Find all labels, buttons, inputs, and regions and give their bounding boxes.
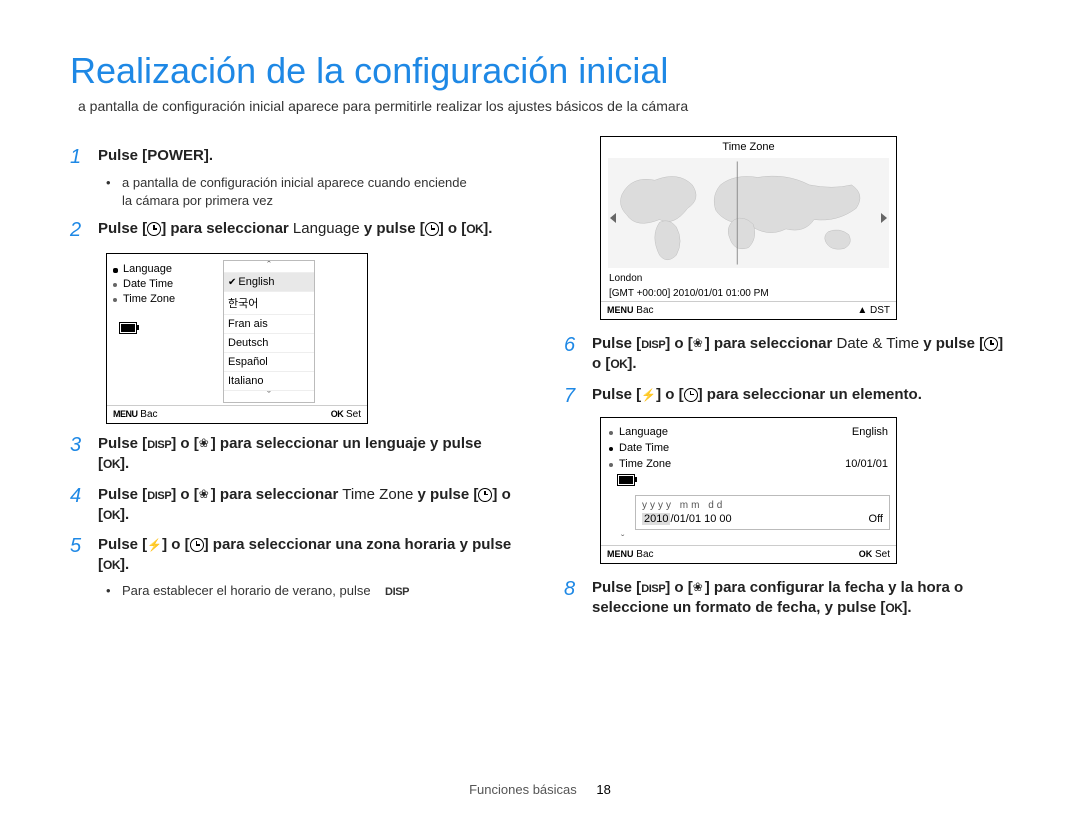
timer-icon [684,388,698,402]
date-format-label: yyyy mm dd [642,500,883,513]
step-5-bullet: Para establecer el horario de verano, pu… [112,582,516,600]
datetime-edit-box: yyyy mm dd 2010/01/01 10 00 Off [635,495,890,530]
step-number: 5 [70,535,98,576]
ok-icon: OK [859,549,873,559]
power-label: POWER [147,147,204,164]
step-7: 7 Pulse [] o [] para seleccionar un elem… [564,385,1010,407]
menu-icon: MENU [607,549,634,559]
step-number: 6 [564,334,592,375]
flash-icon [147,536,162,553]
timer-icon [190,538,204,552]
disp-icon: DISP [147,490,171,502]
step-number: 2 [70,219,98,241]
lcd-language: Language Date Time Time Zone ˆ ✔English … [106,253,368,424]
up-icon: ▲ [857,305,867,316]
disp-icon: DISP [641,583,665,595]
arrow-right-icon [881,213,887,223]
tz-title: Time Zone [601,137,896,155]
lang-german: Deutsch [224,334,314,353]
lcd-datetime: Language English Date Time Time Zone 10/01… [600,417,897,564]
right-column: Time Zone London [564,136,1010,624]
ok-icon: OK [103,508,120,522]
arrow-left-icon [610,213,616,223]
chevron-up-icon: ˆ [224,261,314,273]
step-4: 4 Pulse [DISP] o [] para seleccionar Tim… [70,485,516,526]
ok-icon: OK [331,409,344,419]
step-text: ]. [204,147,213,164]
section-label: Funciones básicas [469,782,577,797]
ok-icon: OK [466,222,483,236]
year-field: 2010 [642,513,670,525]
flash-icon [641,386,656,403]
step-3: 3 Pulse [DISP] o [] para seleccionar un … [70,434,516,475]
language-list: ˆ ✔English 한국어 Fran ais Deutsch Español … [223,260,315,403]
ok-icon: OK [103,457,120,471]
ok-icon: OK [610,357,627,371]
macro-icon [199,489,211,501]
disp-icon: DISP [641,339,665,351]
lang-french: Fran ais [224,315,314,334]
macro-icon [199,438,211,450]
menu-item-datetime: Date Time [113,278,223,290]
page-title: Realización de la configuración inicial [70,50,1010,92]
disp-icon: DISP [147,439,171,451]
page-footer: Funciones básicas 18 [0,782,1080,797]
step-8: 8 Pulse [DISP] o [] para configurar la f… [564,578,1010,619]
step-number: 7 [564,385,592,407]
step-number: 1 [70,146,98,168]
step-6: 6 Pulse [DISP] o [] para seleccionar Dat… [564,334,1010,375]
step-text: Pulse [ [98,147,147,164]
macro-icon [693,582,705,594]
macro-icon [693,338,705,350]
timer-icon [147,222,161,236]
page-number: 18 [596,782,610,797]
menu-icon: MENU [607,305,634,315]
timer-icon [984,337,998,351]
ok-icon: OK [885,601,902,615]
step-number: 3 [70,434,98,475]
lang-english: ✔English [224,273,314,292]
dt-timezone-label: Time Zone [609,458,671,470]
dst-off: Off [869,513,883,525]
lang-italian: Italiano [224,372,314,391]
dt-language-value: English [852,426,888,438]
dt-language-label: Language [609,426,668,438]
ok-icon: OK [103,558,120,572]
tz-stamp: [GMT +00:00] 2010/01/01 01:00 PM [601,286,896,301]
chevron-down-icon: ˇ [224,391,314,402]
tz-city: London [601,271,896,286]
battery-icon [617,474,635,486]
page-subtitle: a pantalla de configuración inicial apar… [78,98,1010,114]
chevron-down-icon: ˇ [601,534,896,545]
menu-item-language: Language [113,263,223,275]
dt-timezone-value: 10/01/01 [845,458,888,470]
step-number: 4 [70,485,98,526]
menu-icon: MENU [113,409,138,419]
step-1: 1 Pulse [POWER]. [70,146,516,168]
step-1-bullet: a pantalla de configuración inicial apar… [112,174,516,209]
timer-icon [478,488,492,502]
timer-icon [425,222,439,236]
disp-icon: DISP [385,586,409,598]
left-column: 1 Pulse [POWER]. a pantalla de configura… [70,136,516,624]
battery-icon [119,322,137,334]
date-rest: /01/01 10 00 [670,513,731,525]
step-number: 8 [564,578,592,619]
world-map [607,157,890,269]
lang-korean: 한국어 [224,292,314,315]
lang-spanish: Español [224,353,314,372]
step-5: 5 Pulse [] o [] para seleccionar una zon… [70,535,516,576]
menu-item-timezone: Time Zone [113,293,223,305]
dt-datetime-label: Date Time [609,442,669,454]
step-2: 2 Pulse [] para seleccionar Language y p… [70,219,516,241]
lcd-timezone: Time Zone London [600,136,897,320]
